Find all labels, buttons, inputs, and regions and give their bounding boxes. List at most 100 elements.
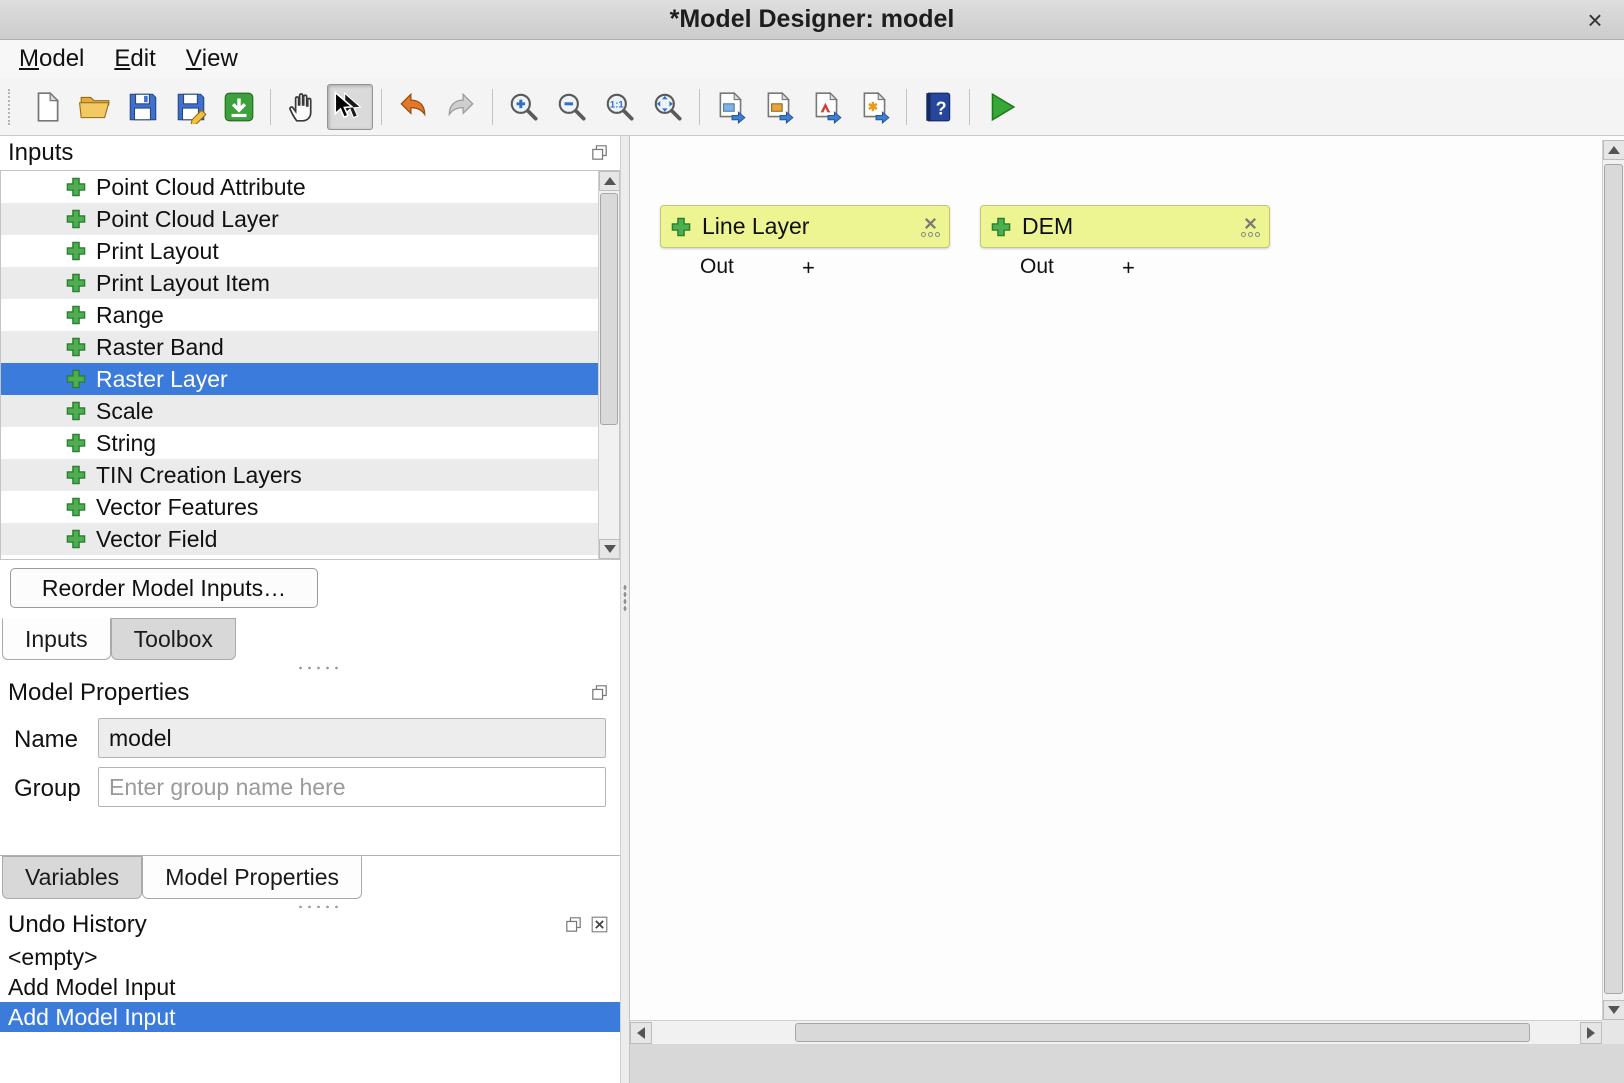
pan-tool-icon	[285, 90, 319, 124]
model-input-node-line-layer[interactable]: Line Layer Out +	[660, 205, 950, 281]
menu-view[interactable]: View	[171, 40, 253, 78]
dock-tab-inputs[interactable]: Inputs	[2, 618, 111, 660]
redo-button[interactable]	[438, 84, 484, 130]
input-type-string[interactable]: String	[1, 427, 598, 459]
undo-history-item-1[interactable]: Add Model Input	[0, 972, 620, 1002]
plus-icon	[65, 208, 87, 230]
undo-history-item-2[interactable]: Add Model Input	[0, 1002, 620, 1032]
input-type-label: Print Layout	[96, 238, 219, 265]
undo-history-close-icon[interactable]	[591, 916, 608, 933]
menu-model[interactable]: Model	[4, 40, 99, 78]
model-name-input[interactable]	[98, 718, 606, 758]
input-type-raster-band[interactable]: Raster Band	[1, 331, 598, 363]
scroll-up-button[interactable]	[1603, 140, 1624, 160]
window-close-button[interactable]: ×	[1578, 0, 1612, 40]
scrollbar-thumb[interactable]	[795, 1023, 1530, 1042]
input-type-scale[interactable]: Scale	[1, 395, 598, 427]
zoom-actual-button[interactable]: 1:1	[597, 84, 643, 130]
input-type-raster-layer[interactable]: Raster Layer	[1, 363, 598, 395]
reorder-model-inputs-button[interactable]: Reorder Model Inputs…	[10, 568, 318, 608]
mouse-cursor-icon	[329, 90, 359, 120]
triangle-left-icon	[637, 1027, 645, 1039]
scrollbar-corner	[1602, 1020, 1624, 1044]
scroll-down-button[interactable]	[1603, 1000, 1624, 1020]
export-as-image-button[interactable]	[708, 84, 754, 130]
inputs-scrollbar[interactable]	[598, 171, 619, 559]
canvas-horizontal-scrollbar[interactable]	[630, 1020, 1602, 1044]
input-type-vector-layer[interactable]: Vector Layer	[1, 555, 598, 560]
dock-tab-toolbox[interactable]: Toolbox	[111, 618, 236, 660]
remove-node-icon[interactable]	[923, 216, 938, 231]
undo-history-float-icon[interactable]	[565, 916, 582, 933]
titlebar[interactable]: *Model Designer: model ×	[0, 0, 1624, 40]
node-links-icon[interactable]	[1241, 232, 1260, 237]
toolbar-drag-handle[interactable]	[8, 89, 14, 125]
redo-icon	[444, 90, 478, 124]
inputs-toolbox-tabbar: InputsToolbox	[2, 618, 236, 660]
help-button[interactable]: ?	[915, 84, 961, 130]
dock-tab-variables[interactable]: Variables	[2, 856, 142, 899]
scroll-up-button[interactable]	[599, 171, 620, 191]
input-type-point-cloud-layer[interactable]: Point Cloud Layer	[1, 203, 598, 235]
node-box[interactable]: DEM	[980, 205, 1270, 248]
run-model-button[interactable]	[978, 84, 1024, 130]
undo-history-item-0[interactable]: <empty>	[0, 942, 620, 972]
canvas-vertical-scrollbar[interactable]	[1602, 140, 1624, 1020]
open-model-button[interactable]	[72, 84, 118, 130]
undo-history-title: Undo History	[8, 911, 147, 939]
node-expand-toggle[interactable]: +	[1122, 255, 1135, 281]
node-links-icon[interactable]	[921, 232, 940, 237]
scroll-down-button[interactable]	[599, 539, 620, 559]
window-title: *Model Designer: model	[670, 5, 955, 34]
input-type-print-layout[interactable]: Print Layout	[1, 235, 598, 267]
input-type-label: Point Cloud Layer	[96, 206, 279, 233]
inputs-panel-title: Inputs	[8, 139, 73, 167]
input-type-vector-features[interactable]: Vector Features	[1, 491, 598, 523]
input-type-label: Print Layout Item	[96, 270, 270, 297]
input-type-range[interactable]: Range	[1, 299, 598, 331]
panel-splitter-handle[interactable]	[296, 664, 340, 672]
input-type-point-cloud-attribute[interactable]: Point Cloud Attribute	[1, 171, 598, 203]
triangle-down-icon	[1608, 1006, 1620, 1014]
input-type-tin-creation-layers[interactable]: TIN Creation Layers	[1, 459, 598, 491]
node-out-toggle[interactable]: Out	[700, 255, 734, 279]
input-type-vector-field[interactable]: Vector Field	[1, 523, 598, 555]
export-as-script-button[interactable]	[852, 84, 898, 130]
zoom-out-button[interactable]	[549, 84, 595, 130]
model-group-input[interactable]	[98, 767, 606, 807]
node-out-toggle[interactable]: Out	[1020, 255, 1054, 279]
scroll-left-button[interactable]	[630, 1022, 652, 1044]
node-box[interactable]: Line Layer	[660, 205, 950, 248]
scrollbar-thumb[interactable]	[600, 193, 618, 425]
plus-icon	[65, 240, 87, 262]
dock-tab-model-properties[interactable]: Model Properties	[142, 856, 362, 899]
menu-edit[interactable]: Edit	[99, 40, 170, 78]
new-model-button[interactable]	[24, 84, 70, 130]
model-properties-float-icon[interactable]	[591, 684, 608, 701]
save-model-button[interactable]	[120, 84, 166, 130]
remove-node-icon[interactable]	[1243, 216, 1258, 231]
input-type-print-layout-item[interactable]: Print Layout Item	[1, 267, 598, 299]
inputs-panel-float-icon[interactable]	[591, 144, 608, 161]
zoom-full-button[interactable]	[645, 84, 691, 130]
export-as-script-icon	[858, 90, 892, 124]
export-as-image-icon	[714, 90, 748, 124]
scrollbar-thumb[interactable]	[1604, 164, 1623, 994]
plus-icon	[670, 216, 692, 238]
node-expand-toggle[interactable]: +	[802, 255, 815, 281]
model-canvas[interactable]: Line Layer Out + DEM Out +	[630, 136, 1624, 1083]
undo-icon	[396, 90, 430, 124]
zoom-in-button[interactable]	[501, 84, 547, 130]
model-properties-header: Model Properties	[0, 676, 620, 710]
pan-tool-button[interactable]	[279, 84, 325, 130]
save-model-in-project-button[interactable]	[216, 84, 262, 130]
save-model-as-button[interactable]	[168, 84, 214, 130]
input-type-label: Raster Band	[96, 334, 224, 361]
export-as-svg-button[interactable]	[756, 84, 802, 130]
toolbar-separator	[699, 89, 700, 125]
dock-canvas-splitter[interactable]	[620, 136, 630, 1083]
model-input-node-dem[interactable]: DEM Out +	[980, 205, 1270, 281]
export-as-pdf-button[interactable]	[804, 84, 850, 130]
scroll-right-button[interactable]	[1580, 1022, 1602, 1044]
undo-button[interactable]	[390, 84, 436, 130]
